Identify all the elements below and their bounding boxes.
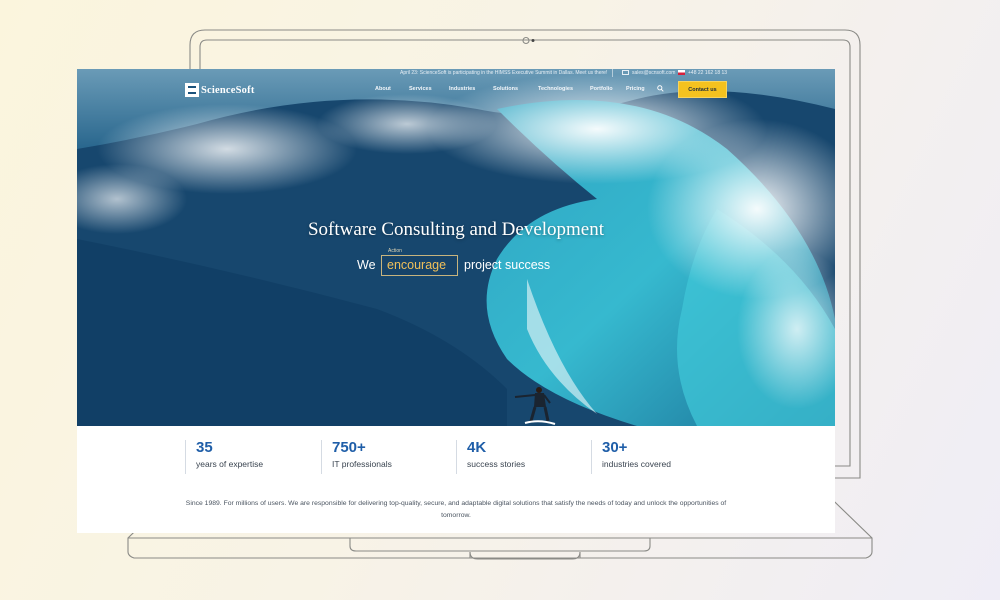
word-rotator: Action encourage bbox=[381, 248, 458, 276]
rotator-word: encourage bbox=[387, 258, 447, 272]
about-paragraph: Since 1989. For millions of users. We ar… bbox=[185, 500, 727, 519]
topbar-divider bbox=[612, 69, 613, 77]
stat-label: IT professionals bbox=[332, 459, 392, 469]
tagline-suffix: project success bbox=[464, 258, 551, 272]
browser-screen: April 23: ScienceSoft is participating i… bbox=[77, 69, 835, 533]
logo-text: ScienceSoft bbox=[201, 84, 255, 96]
nav-item-services[interactable]: Services bbox=[409, 86, 432, 92]
news-link[interactable]: April 23: ScienceSoft is participating i… bbox=[400, 70, 607, 76]
stat-professionals: 750+ IT professionals bbox=[321, 440, 392, 474]
search-icon[interactable] bbox=[657, 85, 664, 92]
stat-value: 30+ bbox=[602, 439, 628, 456]
rotator-label: Action bbox=[388, 248, 402, 254]
stat-years: 35 years of expertise bbox=[185, 440, 263, 474]
mail-icon bbox=[622, 70, 629, 75]
stat-success-stories: 4K success stories bbox=[456, 440, 525, 474]
hero-title: Software Consulting and Development bbox=[307, 219, 605, 240]
stats-section: 35 years of expertise 750+ IT profession… bbox=[77, 426, 835, 533]
stat-value: 4K bbox=[467, 439, 487, 456]
stat-value: 35 bbox=[196, 439, 213, 456]
stat-label: success stories bbox=[467, 459, 526, 469]
sciencesoft-logo[interactable]: ScienceSoft bbox=[185, 83, 255, 97]
nav-item-industries[interactable]: Industries bbox=[449, 86, 475, 92]
contact-us-button[interactable]: Contact us bbox=[678, 81, 727, 98]
stat-label: years of expertise bbox=[196, 459, 264, 469]
hero-background-wave bbox=[77, 69, 835, 426]
logo-mark-icon bbox=[185, 83, 199, 97]
tagline-prefix: We bbox=[357, 258, 376, 272]
email-link[interactable]: sales@scnsoft.com bbox=[622, 70, 675, 76]
phone-text: +48 22 162 18 13 bbox=[688, 70, 728, 76]
hero-section: April 23: ScienceSoft is participating i… bbox=[77, 69, 835, 426]
nav-item-about[interactable]: About bbox=[375, 86, 391, 92]
stat-industries: 30+ industries covered bbox=[591, 440, 671, 474]
nav-item-pricing[interactable]: Pricing bbox=[626, 86, 645, 92]
nav-item-solutions[interactable]: Solutions bbox=[493, 86, 518, 92]
email-text: sales@scnsoft.com bbox=[632, 70, 676, 76]
top-info-bar: April 23: ScienceSoft is participating i… bbox=[77, 69, 835, 79]
nav-item-technologies[interactable]: Technologies bbox=[538, 86, 573, 92]
stat-value: 750+ bbox=[332, 439, 366, 456]
phone-link[interactable]: +48 22 162 18 13 bbox=[678, 70, 727, 76]
nav-item-portfolio[interactable]: Portfolio bbox=[590, 86, 613, 92]
poland-flag-icon bbox=[678, 70, 685, 75]
stat-label: industries covered bbox=[602, 459, 671, 469]
